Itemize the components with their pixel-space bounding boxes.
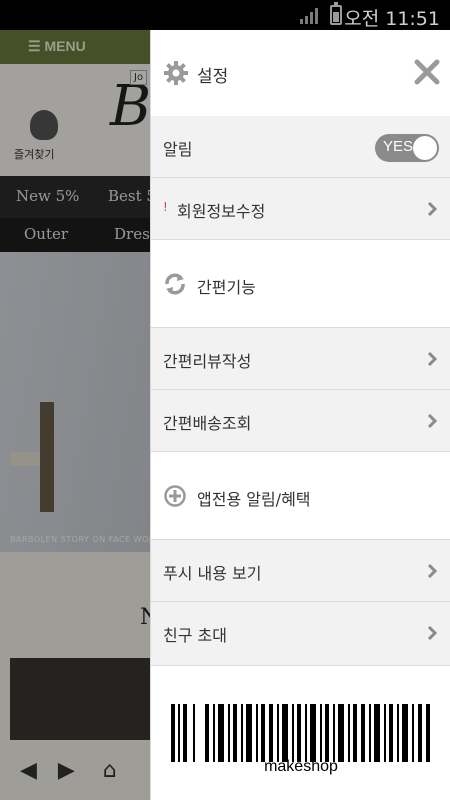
status-time: 오전 11:51	[344, 8, 440, 30]
invite-friend-row[interactable]: 친구 초대	[151, 602, 450, 666]
quick-features-header: 간편기능	[151, 240, 450, 328]
notification-label: 알림	[163, 140, 193, 159]
app-benefits-title: 앱전용 알림/혜택	[197, 490, 311, 509]
notification-toggle[interactable]: YES	[375, 134, 439, 162]
gear-icon	[164, 61, 188, 85]
barcode-text: makeshop	[264, 758, 338, 775]
app-benefits-header: 앱전용 알림/혜택	[151, 452, 450, 540]
alert-mark: !	[163, 200, 168, 214]
toggle-label: YES	[383, 138, 414, 155]
barcode-area: makeshop	[151, 666, 450, 800]
toggle-knob	[413, 136, 437, 160]
crosshair-plus-icon	[164, 485, 186, 507]
quick-delivery-row[interactable]: 간편배송조회	[151, 390, 450, 452]
chevron-right-icon	[427, 626, 437, 640]
settings-drawer: 설정 알림 YES ! 회원정보수정 간편기능 간편리뷰작성 간편배송조회 앱전…	[150, 30, 450, 800]
quick-features-title: 간편기능	[197, 278, 256, 297]
drawer-header: 설정	[151, 30, 450, 116]
notification-row: 알림 YES	[151, 116, 450, 178]
chevron-right-icon	[427, 352, 437, 366]
quick-review-label: 간편리뷰작성	[163, 352, 252, 371]
close-icon[interactable]	[413, 58, 441, 86]
quick-review-row[interactable]: 간편리뷰작성	[151, 328, 450, 390]
member-edit-row[interactable]: ! 회원정보수정	[151, 178, 450, 240]
signal-icon	[300, 8, 318, 24]
status-bar: 오전 11:51	[0, 0, 450, 30]
chevron-right-icon	[427, 414, 437, 428]
push-view-label: 푸시 내용 보기	[163, 564, 262, 583]
chevron-right-icon	[427, 202, 437, 216]
push-view-row[interactable]: 푸시 내용 보기	[151, 540, 450, 602]
member-edit-label: 회원정보수정	[177, 202, 266, 221]
chevron-right-icon	[427, 564, 437, 578]
quick-delivery-label: 간편배송조회	[163, 414, 252, 433]
battery-icon	[330, 2, 342, 25]
drawer-title: 설정	[197, 67, 229, 87]
invite-friend-label: 친구 초대	[163, 626, 227, 645]
refresh-icon	[165, 273, 185, 295]
